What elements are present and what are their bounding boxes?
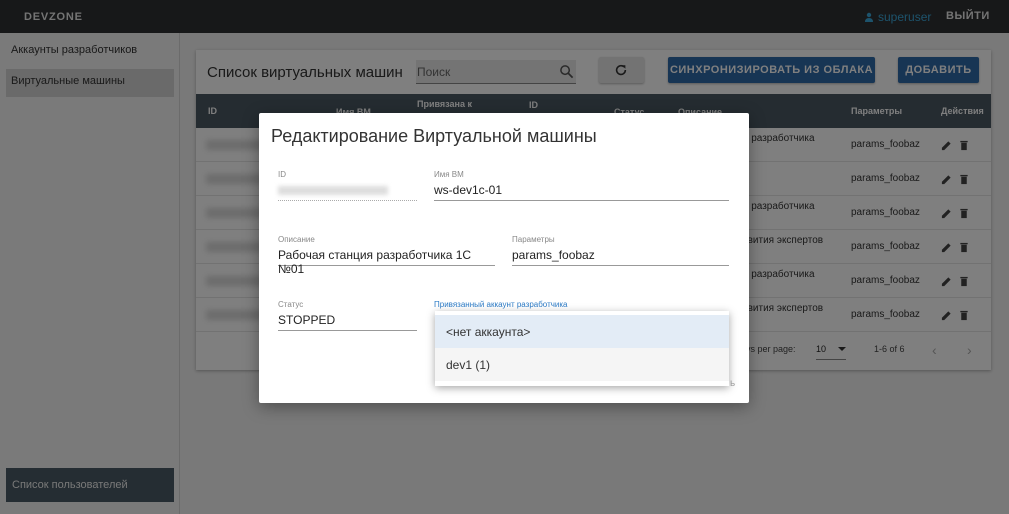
description-field[interactable]: Описание Рабочая станция разработчика 1С… bbox=[278, 235, 495, 276]
dialog-title: Редактирование Виртуальной машины bbox=[271, 126, 597, 146]
status-select[interactable]: STOPPED bbox=[278, 311, 417, 331]
status-field[interactable]: Статус STOPPED bbox=[278, 300, 417, 331]
params-label: Параметры bbox=[512, 235, 555, 244]
params-field[interactable]: Параметры params_foobaz bbox=[512, 235, 729, 266]
blurred-id-value bbox=[278, 186, 388, 195]
linked-account-dropdown: <нет аккаунта> dev1 (1) bbox=[435, 311, 729, 386]
linked-account-field[interactable]: Привязанный аккаунт разработчика bbox=[434, 300, 729, 311]
status-label: Статус bbox=[278, 300, 304, 309]
vm-name-label: Имя ВМ bbox=[434, 170, 464, 179]
option-no-account[interactable]: <нет аккаунта> bbox=[435, 315, 729, 348]
description-input[interactable]: Рабочая станция разработчика 1С №01 bbox=[278, 246, 495, 276]
dialog-action-partial[interactable]: ь bbox=[730, 378, 735, 389]
linked-account-label: Привязанный аккаунт разработчика bbox=[434, 300, 568, 309]
id-label: ID bbox=[278, 170, 286, 179]
params-input[interactable]: params_foobaz bbox=[512, 246, 729, 266]
id-field: ID bbox=[278, 170, 417, 201]
id-value bbox=[278, 181, 417, 201]
option-dev1[interactable]: dev1 (1) bbox=[435, 348, 729, 381]
description-label: Описание bbox=[278, 235, 315, 244]
vm-name-field[interactable]: Имя ВМ ws-dev1c-01 bbox=[434, 170, 729, 201]
vm-name-input[interactable]: ws-dev1c-01 bbox=[434, 181, 729, 201]
